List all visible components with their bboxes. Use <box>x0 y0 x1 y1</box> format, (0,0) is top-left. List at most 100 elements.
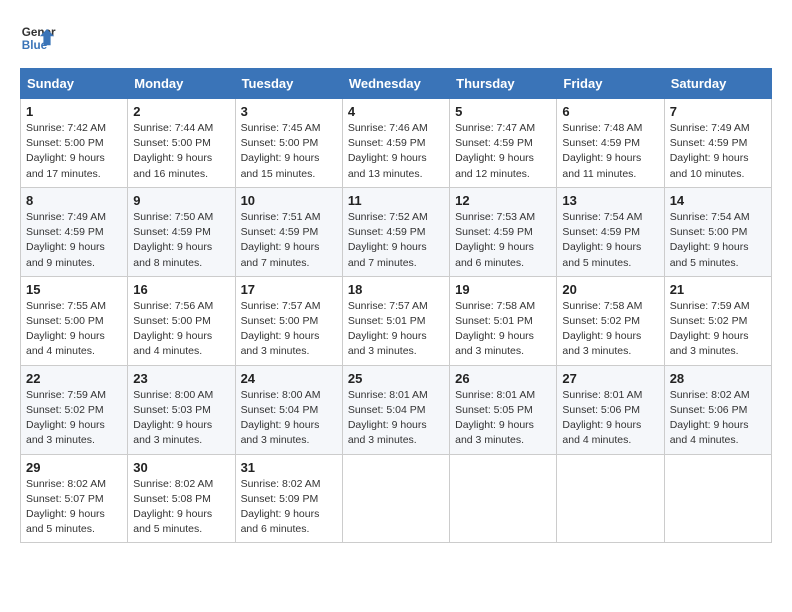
day-info: Sunrise: 8:02 AM Sunset: 5:07 PM Dayligh… <box>26 477 122 538</box>
day-info: Sunrise: 7:51 AM Sunset: 4:59 PM Dayligh… <box>241 210 337 271</box>
day-number: 30 <box>133 460 229 475</box>
day-number: 7 <box>670 104 766 119</box>
day-info: Sunrise: 7:47 AM Sunset: 4:59 PM Dayligh… <box>455 121 551 182</box>
calendar-cell: 7 Sunrise: 7:49 AM Sunset: 4:59 PM Dayli… <box>664 99 771 188</box>
calendar-cell: 22 Sunrise: 7:59 AM Sunset: 5:02 PM Dayl… <box>21 365 128 454</box>
day-number: 22 <box>26 371 122 386</box>
day-number: 20 <box>562 282 658 297</box>
day-number: 5 <box>455 104 551 119</box>
calendar-cell: 16 Sunrise: 7:56 AM Sunset: 5:00 PM Dayl… <box>128 276 235 365</box>
day-number: 27 <box>562 371 658 386</box>
day-number: 24 <box>241 371 337 386</box>
day-number: 28 <box>670 371 766 386</box>
calendar-cell: 2 Sunrise: 7:44 AM Sunset: 5:00 PM Dayli… <box>128 99 235 188</box>
column-header-wednesday: Wednesday <box>342 69 449 99</box>
calendar-week-row: 8 Sunrise: 7:49 AM Sunset: 4:59 PM Dayli… <box>21 187 772 276</box>
calendar-cell: 20 Sunrise: 7:58 AM Sunset: 5:02 PM Dayl… <box>557 276 664 365</box>
day-info: Sunrise: 8:01 AM Sunset: 5:04 PM Dayligh… <box>348 388 444 449</box>
page-header: General Blue <box>20 20 772 56</box>
day-info: Sunrise: 8:00 AM Sunset: 5:03 PM Dayligh… <box>133 388 229 449</box>
day-number: 19 <box>455 282 551 297</box>
calendar-cell: 21 Sunrise: 7:59 AM Sunset: 5:02 PM Dayl… <box>664 276 771 365</box>
day-info: Sunrise: 7:52 AM Sunset: 4:59 PM Dayligh… <box>348 210 444 271</box>
day-info: Sunrise: 8:00 AM Sunset: 5:04 PM Dayligh… <box>241 388 337 449</box>
calendar-cell: 28 Sunrise: 8:02 AM Sunset: 5:06 PM Dayl… <box>664 365 771 454</box>
day-number: 10 <box>241 193 337 208</box>
day-number: 13 <box>562 193 658 208</box>
calendar-cell: 14 Sunrise: 7:54 AM Sunset: 5:00 PM Dayl… <box>664 187 771 276</box>
day-info: Sunrise: 7:48 AM Sunset: 4:59 PM Dayligh… <box>562 121 658 182</box>
column-header-monday: Monday <box>128 69 235 99</box>
calendar-cell: 18 Sunrise: 7:57 AM Sunset: 5:01 PM Dayl… <box>342 276 449 365</box>
calendar-cell <box>664 454 771 543</box>
calendar-cell: 4 Sunrise: 7:46 AM Sunset: 4:59 PM Dayli… <box>342 99 449 188</box>
day-info: Sunrise: 8:01 AM Sunset: 5:05 PM Dayligh… <box>455 388 551 449</box>
calendar-week-row: 1 Sunrise: 7:42 AM Sunset: 5:00 PM Dayli… <box>21 99 772 188</box>
day-info: Sunrise: 7:54 AM Sunset: 4:59 PM Dayligh… <box>562 210 658 271</box>
calendar-cell: 8 Sunrise: 7:49 AM Sunset: 4:59 PM Dayli… <box>21 187 128 276</box>
day-info: Sunrise: 8:02 AM Sunset: 5:06 PM Dayligh… <box>670 388 766 449</box>
day-info: Sunrise: 7:54 AM Sunset: 5:00 PM Dayligh… <box>670 210 766 271</box>
calendar-week-row: 15 Sunrise: 7:55 AM Sunset: 5:00 PM Dayl… <box>21 276 772 365</box>
day-info: Sunrise: 8:02 AM Sunset: 5:09 PM Dayligh… <box>241 477 337 538</box>
day-number: 4 <box>348 104 444 119</box>
day-number: 3 <box>241 104 337 119</box>
calendar-cell: 29 Sunrise: 8:02 AM Sunset: 5:07 PM Dayl… <box>21 454 128 543</box>
calendar-week-row: 22 Sunrise: 7:59 AM Sunset: 5:02 PM Dayl… <box>21 365 772 454</box>
day-info: Sunrise: 7:50 AM Sunset: 4:59 PM Dayligh… <box>133 210 229 271</box>
day-number: 16 <box>133 282 229 297</box>
day-number: 6 <box>562 104 658 119</box>
calendar-week-row: 29 Sunrise: 8:02 AM Sunset: 5:07 PM Dayl… <box>21 454 772 543</box>
day-number: 18 <box>348 282 444 297</box>
day-info: Sunrise: 7:57 AM Sunset: 5:01 PM Dayligh… <box>348 299 444 360</box>
day-number: 9 <box>133 193 229 208</box>
calendar-cell: 1 Sunrise: 7:42 AM Sunset: 5:00 PM Dayli… <box>21 99 128 188</box>
day-info: Sunrise: 7:59 AM Sunset: 5:02 PM Dayligh… <box>26 388 122 449</box>
day-info: Sunrise: 7:46 AM Sunset: 4:59 PM Dayligh… <box>348 121 444 182</box>
day-info: Sunrise: 7:53 AM Sunset: 4:59 PM Dayligh… <box>455 210 551 271</box>
calendar-cell: 24 Sunrise: 8:00 AM Sunset: 5:04 PM Dayl… <box>235 365 342 454</box>
day-number: 23 <box>133 371 229 386</box>
calendar-cell <box>450 454 557 543</box>
day-info: Sunrise: 8:01 AM Sunset: 5:06 PM Dayligh… <box>562 388 658 449</box>
svg-text:General: General <box>22 26 56 39</box>
column-header-friday: Friday <box>557 69 664 99</box>
calendar-table: SundayMondayTuesdayWednesdayThursdayFrid… <box>20 68 772 543</box>
calendar-cell: 13 Sunrise: 7:54 AM Sunset: 4:59 PM Dayl… <box>557 187 664 276</box>
day-info: Sunrise: 8:02 AM Sunset: 5:08 PM Dayligh… <box>133 477 229 538</box>
calendar-cell: 23 Sunrise: 8:00 AM Sunset: 5:03 PM Dayl… <box>128 365 235 454</box>
day-info: Sunrise: 7:57 AM Sunset: 5:00 PM Dayligh… <box>241 299 337 360</box>
calendar-header-row: SundayMondayTuesdayWednesdayThursdayFrid… <box>21 69 772 99</box>
day-info: Sunrise: 7:49 AM Sunset: 4:59 PM Dayligh… <box>26 210 122 271</box>
calendar-cell: 27 Sunrise: 8:01 AM Sunset: 5:06 PM Dayl… <box>557 365 664 454</box>
calendar-cell: 11 Sunrise: 7:52 AM Sunset: 4:59 PM Dayl… <box>342 187 449 276</box>
day-number: 29 <box>26 460 122 475</box>
day-info: Sunrise: 7:44 AM Sunset: 5:00 PM Dayligh… <box>133 121 229 182</box>
calendar-cell: 19 Sunrise: 7:58 AM Sunset: 5:01 PM Dayl… <box>450 276 557 365</box>
day-info: Sunrise: 7:42 AM Sunset: 5:00 PM Dayligh… <box>26 121 122 182</box>
day-info: Sunrise: 7:45 AM Sunset: 5:00 PM Dayligh… <box>241 121 337 182</box>
logo-icon: General Blue <box>20 20 56 56</box>
day-info: Sunrise: 7:58 AM Sunset: 5:02 PM Dayligh… <box>562 299 658 360</box>
day-number: 26 <box>455 371 551 386</box>
day-info: Sunrise: 7:55 AM Sunset: 5:00 PM Dayligh… <box>26 299 122 360</box>
day-number: 25 <box>348 371 444 386</box>
column-header-sunday: Sunday <box>21 69 128 99</box>
day-info: Sunrise: 7:59 AM Sunset: 5:02 PM Dayligh… <box>670 299 766 360</box>
calendar-cell: 10 Sunrise: 7:51 AM Sunset: 4:59 PM Dayl… <box>235 187 342 276</box>
day-number: 8 <box>26 193 122 208</box>
calendar-cell: 26 Sunrise: 8:01 AM Sunset: 5:05 PM Dayl… <box>450 365 557 454</box>
logo: General Blue <box>20 20 56 56</box>
day-number: 11 <box>348 193 444 208</box>
column-header-saturday: Saturday <box>664 69 771 99</box>
column-header-tuesday: Tuesday <box>235 69 342 99</box>
calendar-cell: 25 Sunrise: 8:01 AM Sunset: 5:04 PM Dayl… <box>342 365 449 454</box>
day-info: Sunrise: 7:49 AM Sunset: 4:59 PM Dayligh… <box>670 121 766 182</box>
day-number: 31 <box>241 460 337 475</box>
calendar-cell: 31 Sunrise: 8:02 AM Sunset: 5:09 PM Dayl… <box>235 454 342 543</box>
calendar-cell: 3 Sunrise: 7:45 AM Sunset: 5:00 PM Dayli… <box>235 99 342 188</box>
calendar-cell <box>342 454 449 543</box>
calendar-cell: 30 Sunrise: 8:02 AM Sunset: 5:08 PM Dayl… <box>128 454 235 543</box>
day-number: 14 <box>670 193 766 208</box>
day-info: Sunrise: 7:56 AM Sunset: 5:00 PM Dayligh… <box>133 299 229 360</box>
